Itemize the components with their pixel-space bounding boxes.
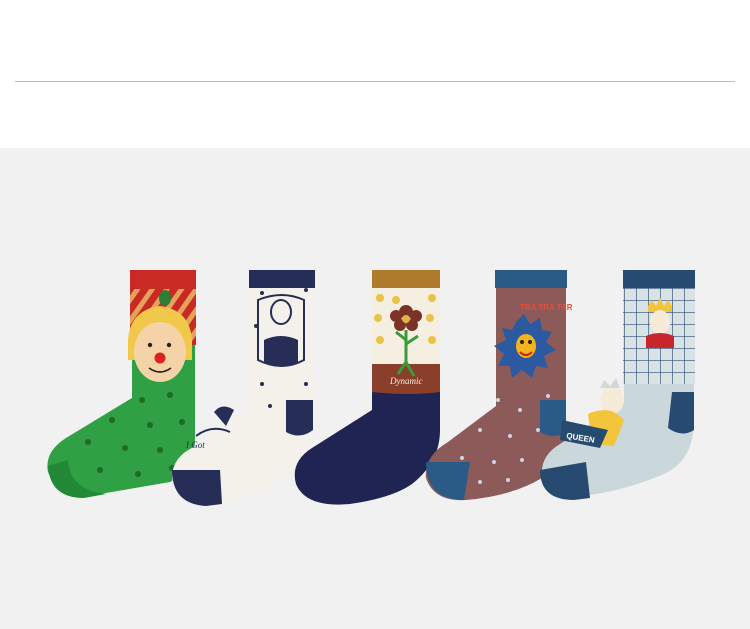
sock-flower-text: Dynamic bbox=[389, 376, 423, 386]
section-divider bbox=[15, 81, 735, 82]
sock-clown bbox=[47, 270, 196, 498]
sock-doll-text: I Got bbox=[185, 440, 205, 450]
sock-monster-text: TRA TRA TAR bbox=[520, 303, 573, 312]
sock-flower: Dynamic bbox=[294, 270, 440, 505]
product-photo: I Got Dynamic TRA TRA TAR QUEEN bbox=[0, 148, 750, 629]
